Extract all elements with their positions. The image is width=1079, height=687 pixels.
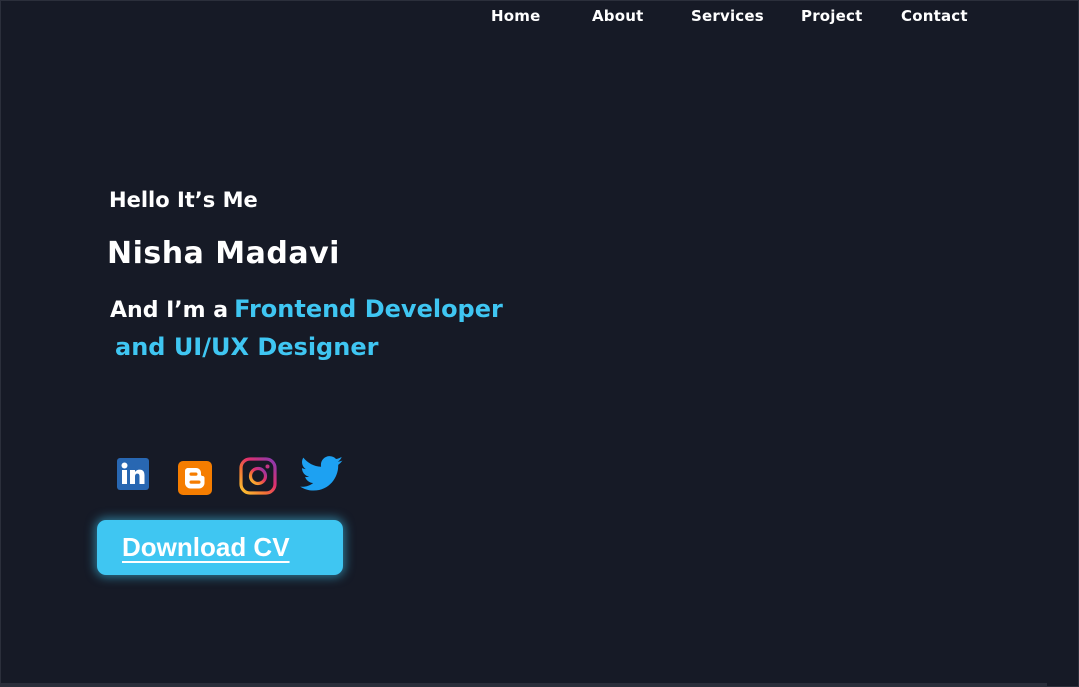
bottom-divider (1, 683, 1047, 686)
nav-contact-link[interactable]: Contact (901, 7, 968, 25)
nav-services-link[interactable]: Services (691, 7, 764, 25)
main-nav: Home About Services Project Contact (1, 7, 1078, 29)
twitter-icon[interactable] (300, 456, 344, 492)
hero-role-line2: and UI/UX Designer (115, 333, 379, 361)
hero-greeting: Hello It’s Me (109, 188, 258, 212)
nav-about-link[interactable]: About (592, 7, 644, 25)
download-cv-label: Download CV (122, 532, 290, 562)
download-cv-button[interactable]: Download CV (97, 520, 343, 575)
instagram-icon[interactable] (239, 457, 277, 495)
linkedin-icon[interactable] (117, 458, 149, 490)
nav-home-link[interactable]: Home (491, 7, 540, 25)
blogger-icon[interactable] (178, 461, 212, 495)
role-prefix: And I’m a (110, 298, 229, 323)
hero-name: Nisha Madavi (107, 236, 340, 271)
hero-role-line1: And I’m a Frontend Developer (110, 295, 503, 323)
role-title: Frontend Developer (234, 295, 503, 323)
nav-project-link[interactable]: Project (801, 7, 862, 25)
